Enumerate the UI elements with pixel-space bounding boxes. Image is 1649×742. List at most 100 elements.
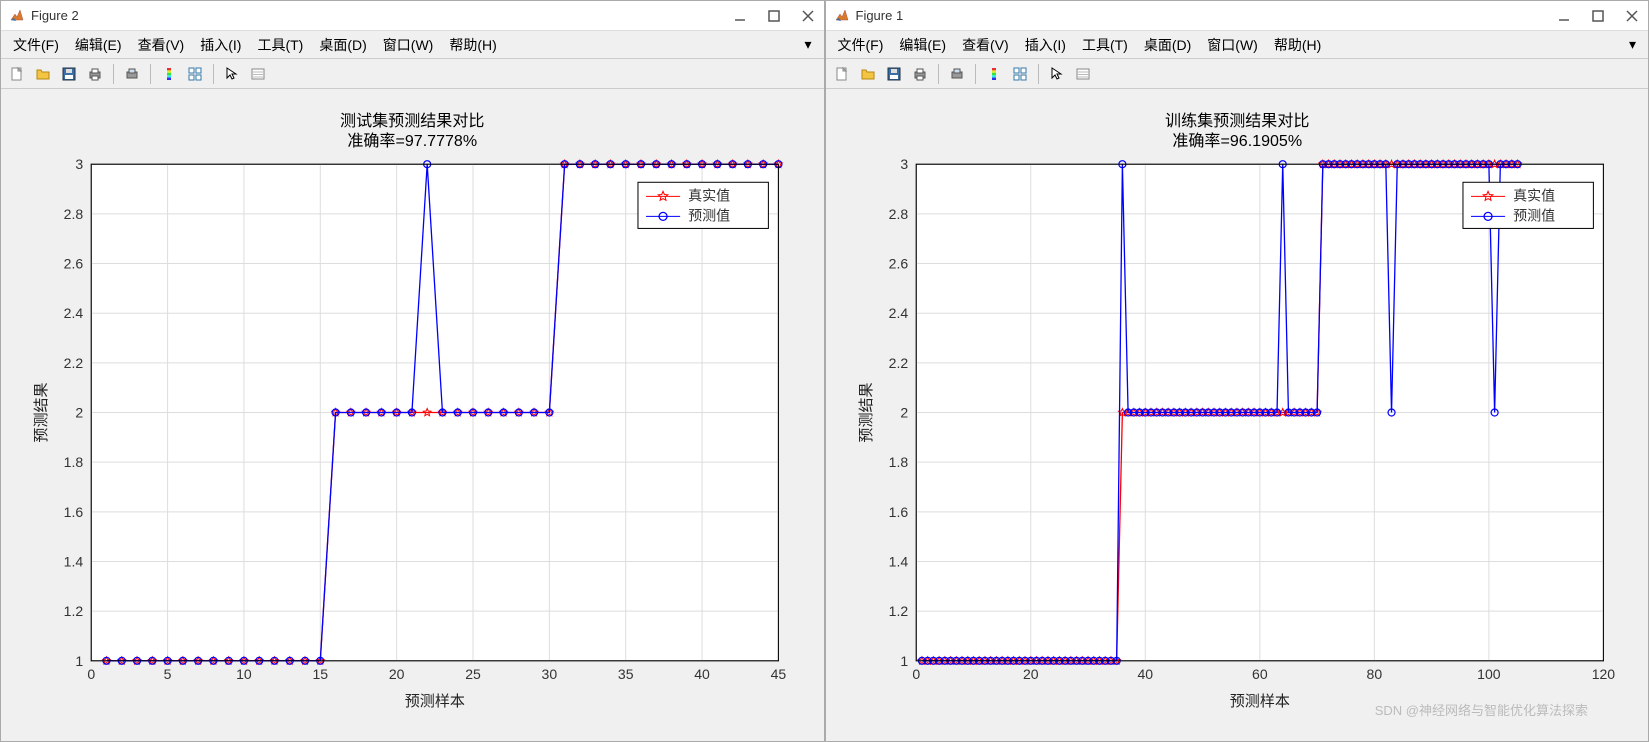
menu-item-6[interactable]: 窗口(W) [377,33,440,57]
window-min-button[interactable] [1556,8,1572,24]
menu-item-4[interactable]: 工具(T) [1076,33,1134,57]
menu-item-1[interactable]: 编辑(E) [893,33,952,57]
toolbar-open-button[interactable] [31,62,55,86]
menu-item-4[interactable]: 工具(T) [251,33,309,57]
menu-overflow-icon[interactable]: ▾ [798,34,817,55]
menu-item-6[interactable]: 窗口(W) [1201,33,1264,57]
toolbar-print-button[interactable] [83,62,107,86]
titlebar: Figure 1 [826,1,1649,31]
x-tick-label: 80 [1366,666,1382,682]
y-tick-label: 1 [75,653,83,669]
x-tick-label: 5 [164,666,172,682]
toolbar-cursor-button[interactable] [1045,62,1069,86]
x-tick-label: 100 [1477,666,1501,682]
x-tick-label: 30 [542,666,558,682]
toolbar [1,59,824,89]
toolbar-linked-button[interactable] [1008,62,1032,86]
toolbar-save-button[interactable] [882,62,906,86]
open-icon [860,66,876,82]
x-tick-label: 40 [1137,666,1153,682]
menu-item-2[interactable]: 查看(V) [132,33,191,57]
menu-item-2[interactable]: 查看(V) [956,33,1015,57]
chart-title: 测试集预测结果对比 [340,112,484,130]
cursor-icon [224,66,240,82]
toolbar-print-button[interactable] [908,62,932,86]
window-title: Figure 1 [856,8,1557,23]
linked-icon [187,66,203,82]
toolbar-separator [150,64,151,84]
figure-window-fig1: Figure 1 文件(F)编辑(E)查看(V)插入(I)工具(T)桌面(D)窗口… [825,0,1649,742]
window-buttons [1556,8,1640,24]
menu-item-7[interactable]: 帮助(H) [1268,33,1327,57]
y-tick-label: 3 [75,156,83,172]
new-icon [9,66,25,82]
chart-subtitle: 准确率=97.7778% [347,132,477,150]
print-fig-icon [949,66,965,82]
menu-item-5[interactable]: 桌面(D) [1138,33,1197,57]
y-tick-label: 2.6 [888,256,908,272]
window-min-button[interactable] [732,8,748,24]
toolbar-cursor-button[interactable] [220,62,244,86]
figure-window-fig2: Figure 2文件(F)编辑(E)查看(V)插入(I)工具(T)桌面(D)窗口… [0,0,825,742]
window-close-button[interactable] [1624,8,1640,24]
y-tick-label: 2.6 [64,256,84,272]
toolbar-open-button[interactable] [856,62,880,86]
y-tick-label: 1.6 [888,504,908,520]
data-inspect-icon [1075,66,1091,82]
y-tick-label: 1 [900,653,908,669]
menu-item-1[interactable]: 编辑(E) [69,33,128,57]
toolbar-colorbar-button[interactable] [157,62,181,86]
y-tick-label: 1.4 [64,554,84,570]
legend-pred-label: 预测值 [1513,207,1555,223]
x-tick-label: 0 [87,666,95,682]
x-tick-label: 60 [1252,666,1268,682]
toolbar-new-button[interactable] [830,62,854,86]
chart-subtitle: 准确率=96.1905% [1172,132,1302,150]
print-fig-icon [124,66,140,82]
y-tick-label: 2 [900,405,908,421]
menu-item-0[interactable]: 文件(F) [832,33,890,57]
toolbar-colorbar-button[interactable] [982,62,1006,86]
menu-overflow-icon[interactable]: ▾ [1623,34,1642,55]
window-max-button[interactable] [1590,8,1606,24]
toolbar-print-fig-button[interactable] [945,62,969,86]
x-axis-label: 预测样本 [1229,693,1289,710]
y-axis-label: 预测结果 [33,382,50,442]
print-icon [87,66,103,82]
toolbar-save-button[interactable] [57,62,81,86]
y-tick-label: 3 [900,156,908,172]
x-tick-label: 0 [912,666,920,682]
y-tick-label: 2.8 [64,206,84,222]
colorbar-icon [986,66,1002,82]
menu-item-7[interactable]: 帮助(H) [443,33,502,57]
y-tick-label: 2 [75,405,83,421]
save-icon [61,66,77,82]
x-tick-label: 25 [465,666,481,682]
toolbar-data-inspect-button[interactable] [246,62,270,86]
x-tick-label: 35 [618,666,634,682]
menu-item-5[interactable]: 桌面(D) [313,33,372,57]
colorbar-icon [161,66,177,82]
window-close-button[interactable] [800,8,816,24]
y-tick-label: 1.2 [64,603,84,619]
toolbar-data-inspect-button[interactable] [1071,62,1095,86]
toolbar-print-fig-button[interactable] [120,62,144,86]
linked-icon [1012,66,1028,82]
toolbar-linked-button[interactable] [183,62,207,86]
menu-item-0[interactable]: 文件(F) [7,33,65,57]
y-tick-label: 2.8 [888,206,908,222]
y-tick-label: 2.2 [64,355,84,371]
menu-item-3[interactable]: 插入(I) [194,33,247,57]
y-tick-label: 2.4 [888,305,908,321]
menu-item-3[interactable]: 插入(I) [1019,33,1072,57]
print-icon [912,66,928,82]
toolbar-new-button[interactable] [5,62,29,86]
cursor-icon [1049,66,1065,82]
x-tick-label: 20 [1022,666,1038,682]
plot-area: 05101520253035404511.21.41.61.822.22.42.… [1,89,824,741]
y-tick-label: 2.4 [64,305,84,321]
x-axis-label: 预测样本 [405,693,465,710]
data-inspect-icon [250,66,266,82]
window-max-button[interactable] [766,8,782,24]
toolbar-separator [213,64,214,84]
